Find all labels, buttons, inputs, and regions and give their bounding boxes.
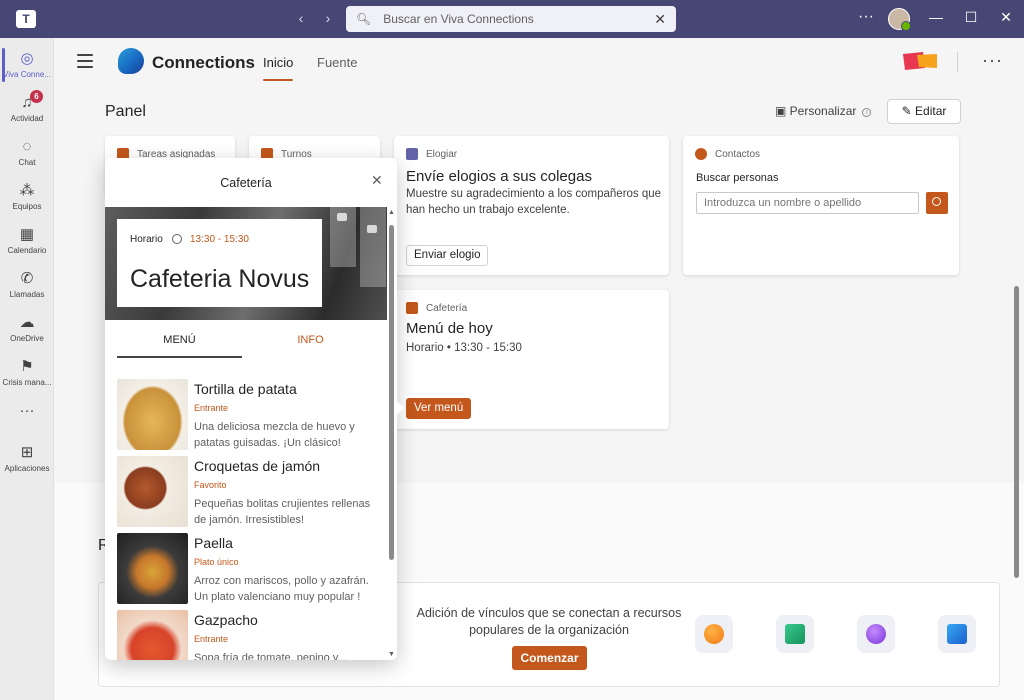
edit-button[interactable]: ✎ Editar bbox=[887, 99, 961, 124]
tab-inicio[interactable]: Inicio bbox=[263, 55, 294, 81]
connections-logo-icon bbox=[118, 48, 144, 74]
teams-icon: ⁂ bbox=[19, 182, 35, 199]
page-scrollbar[interactable] bbox=[1014, 286, 1019, 578]
cafeteria-card: Cafetería Menú de hoy Horario • 13:30 - … bbox=[394, 290, 669, 429]
people-search-button[interactable] bbox=[926, 192, 948, 214]
contacts-icon bbox=[695, 148, 707, 160]
tab-menu[interactable]: MENÚ bbox=[117, 334, 242, 358]
bell-icon: ♫ 6 bbox=[17, 90, 43, 112]
brand-flag-icon bbox=[903, 52, 937, 70]
app-rail: ◎ Viva Conne... ♫ 6 Actividad ◌ Chat ⁂ Eq… bbox=[0, 38, 54, 700]
popup-pointer bbox=[396, 400, 404, 416]
chat-icon: ◌ bbox=[22, 138, 32, 155]
rail-item-activity[interactable]: ♫ 6 Actividad bbox=[0, 88, 54, 132]
list-item[interactable]: Gazpacho Entrante Sopa fría de tomate, p… bbox=[117, 610, 382, 660]
phone-icon: ✆ bbox=[20, 270, 34, 287]
minimize-button[interactable]: — bbox=[926, 9, 946, 25]
rail-item-chat[interactable]: ◌ Chat bbox=[0, 132, 54, 176]
cloud-icon: ☁ bbox=[19, 314, 35, 331]
list-item[interactable]: Paella Plato único Arroz con mariscos, p… bbox=[117, 533, 382, 605]
send-praise-button[interactable]: Enviar elogio bbox=[406, 245, 489, 266]
resource-purple-icon bbox=[857, 615, 895, 653]
hero-info-box: Horario 13:30 - 15:30 Cafeteria Novus bbox=[117, 219, 322, 307]
more-icon: ··· bbox=[19, 402, 35, 419]
page-title: Panel bbox=[105, 103, 146, 120]
search-icon: 🔍︎ bbox=[356, 12, 372, 26]
rail-item-viva-connections[interactable]: ◎ Viva Conne... bbox=[0, 44, 54, 88]
cafeteria-card-title: Menú de hoy bbox=[406, 320, 493, 337]
list-item[interactable]: Tortilla de patata Entrante Una delicios… bbox=[117, 379, 382, 451]
info-icon: i bbox=[862, 108, 872, 117]
personalize-icon: ▣ bbox=[775, 104, 790, 118]
teams-logo-icon: T bbox=[16, 10, 36, 28]
rail-item-calendar[interactable]: ▦ Calendario bbox=[0, 220, 54, 264]
praise-description: Muestre su agradecimiento a los compañer… bbox=[406, 188, 662, 216]
hours-label: Horario bbox=[130, 234, 163, 245]
contacts-card: Contactos Buscar personas Introduzca un … bbox=[683, 136, 959, 275]
avatar[interactable] bbox=[888, 8, 911, 31]
rail-item-onedrive[interactable]: ☁ OneDrive bbox=[0, 308, 54, 352]
activity-badge: 6 bbox=[30, 90, 43, 103]
scroll-down-icon[interactable]: ▼ bbox=[388, 651, 395, 658]
popup-title: Cafetería bbox=[220, 176, 272, 190]
maximize-button[interactable]: ☐ bbox=[961, 9, 981, 26]
resource-blue-icon bbox=[938, 615, 976, 653]
croquetas-image bbox=[117, 456, 188, 527]
scroll-thumb[interactable] bbox=[389, 225, 394, 560]
hours-value: 13:30 - 15:30 bbox=[190, 234, 249, 245]
calendar-icon: ▦ bbox=[19, 226, 35, 243]
praise-title: Envíe elogios a sus colegas bbox=[406, 168, 592, 185]
cafeteria-hero-image: Horario 13:30 - 15:30 Cafeteria Novus bbox=[105, 207, 387, 320]
title-bar: T ‹ › 🔍︎ Buscar en Viva Connections ✕ ··… bbox=[0, 0, 1024, 38]
close-button[interactable]: ✕ bbox=[996, 9, 1016, 26]
people-search-input[interactable]: Introduzca un nombre o apellido bbox=[696, 192, 919, 214]
more-options-icon[interactable]: ··· bbox=[858, 8, 874, 26]
rail-item-teams[interactable]: ⁂ Equipos bbox=[0, 176, 54, 220]
tab-fuente[interactable]: Fuente bbox=[317, 55, 357, 70]
start-button[interactable]: Comenzar bbox=[512, 646, 587, 670]
scroll-up-icon[interactable]: ▲ bbox=[388, 209, 395, 216]
header-more-icon[interactable]: ··· bbox=[982, 50, 1003, 71]
clear-search-icon[interactable]: ✕ bbox=[654, 11, 666, 28]
cafeteria-name: Cafeteria Novus bbox=[130, 265, 310, 293]
cafeteria-popup: Cafetería ✕ Horario 13:30 - 15:30 Cafete… bbox=[105, 158, 397, 660]
clock-icon bbox=[172, 234, 182, 244]
resources-text: Adición de vínculos que se conectan a re… bbox=[416, 606, 682, 637]
forward-arrow-icon[interactable]: › bbox=[319, 10, 337, 26]
praise-icon bbox=[406, 148, 418, 160]
viva-connections-icon: ◎ bbox=[20, 50, 34, 67]
rail-item-more[interactable]: ··· bbox=[0, 396, 54, 440]
resource-green-icon bbox=[776, 615, 814, 653]
popup-scrollbar[interactable]: ▲ ▼ bbox=[388, 207, 395, 660]
tortilla-image bbox=[117, 379, 188, 450]
praise-card: Elogiar Envíe elogios a sus colegas Mues… bbox=[394, 136, 669, 275]
gazpacho-image bbox=[117, 610, 188, 660]
app-title: Connections bbox=[152, 53, 255, 72]
search-placeholder: Buscar en Viva Connections bbox=[383, 12, 534, 26]
view-menu-button[interactable]: Ver menú bbox=[406, 398, 472, 419]
cafeteria-card-hours: Horario • 13:30 - 15:30 bbox=[406, 342, 522, 354]
tab-info[interactable]: INFO bbox=[248, 334, 373, 346]
rail-item-calls[interactable]: ✆ Llamadas bbox=[0, 264, 54, 308]
rail-item-apps[interactable]: ⊞ Aplicaciones bbox=[0, 438, 54, 482]
find-people-label: Buscar personas bbox=[696, 172, 779, 184]
hamburger-menu-icon[interactable] bbox=[77, 54, 93, 68]
paella-image bbox=[117, 533, 188, 604]
search-input[interactable]: 🔍︎ Buscar en Viva Connections ✕ bbox=[346, 6, 676, 32]
pencil-icon: ✎ bbox=[901, 104, 916, 118]
close-icon[interactable]: ✕ bbox=[371, 172, 383, 189]
apps-icon: ⊞ bbox=[20, 444, 34, 461]
resource-orange-icon bbox=[695, 615, 733, 653]
app-header: Connections Inicio Fuente ··· bbox=[55, 38, 1024, 86]
cup-icon bbox=[406, 302, 418, 314]
personalize-button[interactable]: ▣ Personalizar i bbox=[775, 104, 872, 118]
rail-item-crisis[interactable]: ⚑ Crisis mana... bbox=[0, 352, 54, 396]
header-divider bbox=[957, 52, 958, 72]
crisis-icon: ⚑ bbox=[20, 358, 34, 375]
list-item[interactable]: Croquetas de jamón Favorito Pequeñas bol… bbox=[117, 456, 382, 528]
back-arrow-icon[interactable]: ‹ bbox=[292, 10, 310, 26]
